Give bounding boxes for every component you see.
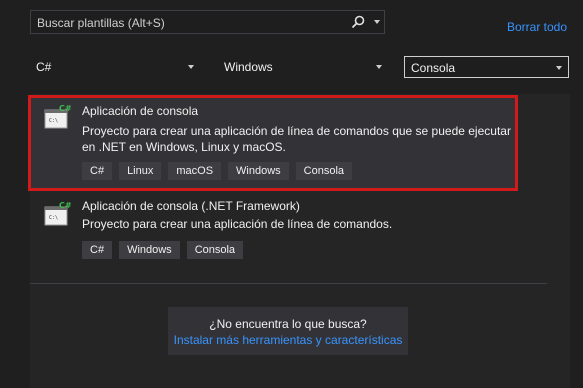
project-type-filter[interactable]: Consola — [404, 56, 569, 78]
tag-consola: Consola — [186, 241, 244, 259]
svg-text:C#: C# — [59, 201, 72, 210]
search-history-dropdown-icon[interactable] — [374, 20, 380, 24]
language-filter[interactable]: C# — [30, 56, 200, 78]
search-icon[interactable] — [350, 14, 366, 30]
platform-filter[interactable]: Windows — [218, 56, 388, 78]
selection-highlight-box — [28, 95, 518, 191]
console-template-icon: C:\ C# — [44, 201, 72, 226]
chevron-down-icon — [376, 65, 382, 69]
project-type-filter-value: Consola — [411, 61, 456, 75]
template-title: Aplicación de consola (.NET Framework) — [82, 199, 300, 213]
not-found-question: ¿No encuentra lo que busca? — [209, 317, 367, 331]
tag-csharp: C# — [82, 241, 113, 259]
search-placeholder: Buscar plantillas (Alt+S) — [37, 16, 165, 30]
template-search-input[interactable]: Buscar plantillas (Alt+S) — [30, 10, 385, 34]
template-tags: C# Windows Consola — [82, 241, 244, 259]
template-description: Proyecto para crear una aplicación de lí… — [82, 217, 393, 231]
clear-all-link[interactable]: Borrar todo — [507, 20, 567, 34]
chevron-down-icon — [188, 65, 194, 69]
tag-windows: Windows — [119, 241, 180, 259]
not-found-help-box: ¿No encuentra lo que busca? Instalar más… — [168, 307, 408, 355]
language-filter-value: C# — [36, 60, 52, 74]
chevron-down-icon — [556, 66, 562, 70]
platform-filter-value: Windows — [224, 60, 273, 74]
svg-text:C:\: C:\ — [49, 215, 58, 221]
list-divider — [30, 283, 547, 284]
install-more-tools-link[interactable]: Instalar más herramientas y característi… — [168, 333, 408, 347]
